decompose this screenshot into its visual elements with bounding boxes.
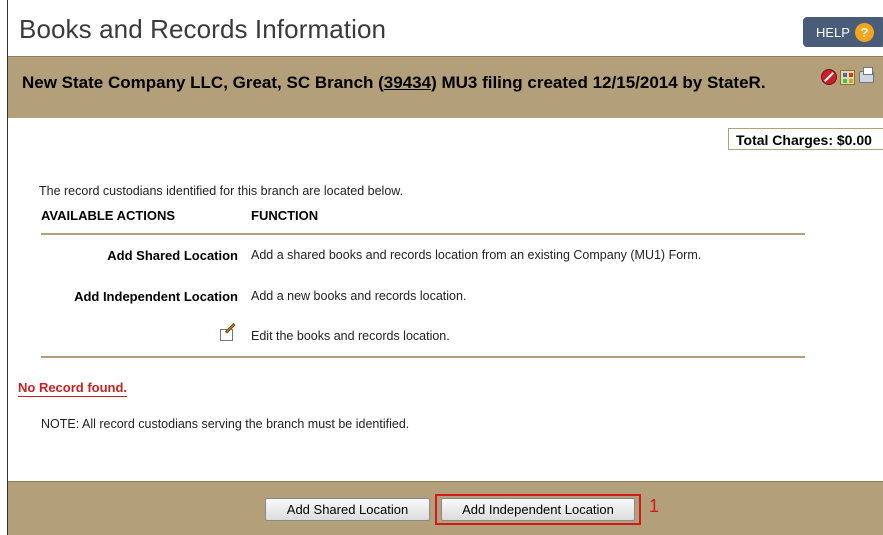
title-bar: Books and Records Information HELP ? bbox=[8, 0, 883, 56]
function-text: Edit the books and records location. bbox=[251, 329, 450, 343]
function-text: Add a new books and records location. bbox=[251, 289, 467, 303]
table-row: Edit the books and records location. bbox=[41, 322, 805, 359]
cancel-icon[interactable] bbox=[821, 69, 837, 85]
table-header: AVAILABLE ACTIONS FUNCTION bbox=[41, 204, 805, 236]
table-row: Add Shared Location Add a shared books a… bbox=[41, 248, 805, 278]
print-icon[interactable] bbox=[859, 67, 874, 83]
filing-suffix: ) MU3 filing created 12/15/2014 by State… bbox=[431, 73, 766, 92]
add-independent-location-button[interactable]: Add Independent Location bbox=[441, 498, 635, 521]
function-text: Add a shared books and records location … bbox=[251, 248, 702, 262]
help-icon: ? bbox=[855, 23, 874, 42]
column-header-function: FUNCTION bbox=[251, 208, 319, 223]
table-row: Add Independent Location Add a new books… bbox=[41, 289, 805, 319]
no-record-message: No Record found. bbox=[18, 380, 128, 397]
table-divider-bottom bbox=[41, 356, 805, 358]
filing-prefix: New State Company LLC, Great, SC Branch … bbox=[22, 73, 384, 92]
note-text: NOTE: All record custodians serving the … bbox=[41, 417, 410, 431]
filing-header: New State Company LLC, Great, SC Branch … bbox=[8, 56, 883, 118]
header-icons bbox=[821, 67, 881, 87]
content-area: Total Charges: $0.00 The record custodia… bbox=[8, 118, 883, 481]
table-divider-top bbox=[41, 233, 805, 235]
action-add-shared-location: Add Shared Location bbox=[107, 248, 238, 263]
grid-icon[interactable] bbox=[840, 70, 855, 85]
edit-icon bbox=[220, 322, 238, 342]
add-shared-location-button[interactable]: Add Shared Location bbox=[265, 498, 430, 521]
page-title: Books and Records Information bbox=[19, 14, 387, 44]
total-charges: Total Charges: $0.00 bbox=[728, 128, 883, 150]
help-button[interactable]: HELP ? bbox=[803, 17, 883, 47]
books-records-panel: Books and Records Information HELP ? New… bbox=[7, 0, 883, 535]
column-header-actions: AVAILABLE ACTIONS bbox=[41, 208, 176, 223]
intro-text: The record custodians identified for thi… bbox=[39, 184, 404, 198]
help-label: HELP bbox=[816, 25, 850, 40]
step-marker: 1 bbox=[649, 496, 660, 516]
highlight-box: Add Independent Location bbox=[435, 494, 641, 525]
filing-description: New State Company LLC, Great, SC Branch … bbox=[22, 73, 782, 92]
footer-actions: Add Shared Location Add Independent Loca… bbox=[8, 481, 883, 535]
action-add-independent-location: Add Independent Location bbox=[74, 289, 238, 304]
filing-id-link[interactable]: 39434 bbox=[384, 73, 431, 92]
